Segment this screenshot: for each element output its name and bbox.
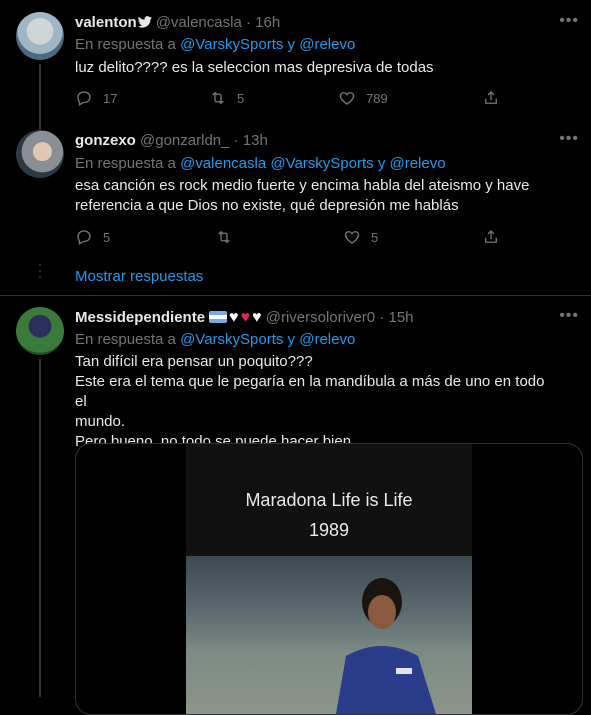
tweet-text: luz delito???? es la seleccion mas depre… bbox=[75, 59, 434, 76]
author-handle[interactable]: @gonzarldn_ bbox=[140, 132, 229, 149]
show-replies-link[interactable]: Mostrar respuestas bbox=[75, 268, 203, 285]
tweet-actions: 5 5 bbox=[75, 228, 505, 248]
tweet-header: valenton @valencasla · 16h bbox=[75, 14, 280, 31]
reply-prefix: En respuesta a bbox=[75, 331, 176, 348]
video-frame-image bbox=[186, 556, 472, 714]
thread-line bbox=[39, 359, 41, 697]
reply-context: En respuesta a @VarskySports y @relevo bbox=[75, 331, 355, 348]
video-title-line: 1989 bbox=[308, 520, 350, 540]
white-heart-icon: ♥ bbox=[229, 309, 239, 326]
more-options-icon[interactable]: ••• bbox=[559, 12, 579, 30]
author-handle[interactable]: @riversoloriver0 bbox=[266, 309, 375, 326]
avatar-messidependiente[interactable] bbox=[16, 307, 64, 355]
reply-icon bbox=[77, 91, 91, 106]
share-button[interactable] bbox=[482, 89, 500, 107]
share-icon bbox=[485, 230, 497, 243]
reply-context: En respuesta a @valencasla @VarskySports… bbox=[75, 155, 446, 172]
reply-prefix: En respuesta a bbox=[75, 155, 176, 172]
tweet-text-line: mundo. bbox=[75, 413, 126, 430]
tweet-header: gonzexo @gonzarldn_ · 13h bbox=[75, 132, 268, 149]
reply-icon bbox=[77, 230, 91, 245]
video-media[interactable]: Maradona Life is Life 1989 bbox=[75, 443, 583, 715]
retweet-count: 5 bbox=[237, 90, 245, 106]
reply-count: 5 bbox=[103, 229, 111, 245]
video-player[interactable]: Maradona Life is Life 1989 bbox=[186, 444, 472, 714]
author-name[interactable]: Messidependiente bbox=[75, 309, 205, 326]
player-figure bbox=[336, 578, 436, 714]
thread-line bbox=[39, 64, 41, 132]
retweet-button[interactable] bbox=[215, 228, 243, 246]
red-heart-icon: ♥ bbox=[240, 309, 251, 326]
retweet-button[interactable]: 5 bbox=[209, 89, 244, 107]
reply-mentions[interactable]: @VarskySports y @relevo bbox=[180, 331, 355, 348]
tweet-text-line: referencia a que Dios no existe, qué dep… bbox=[75, 197, 459, 214]
tweet-header: Messidependiente ♥ ♥ ♥ @riversoloriver0 · 1… bbox=[75, 309, 414, 327]
white-heart-icon: ♥ bbox=[252, 309, 262, 326]
retweet-icon bbox=[212, 91, 224, 105]
like-count: 5 bbox=[371, 229, 379, 245]
tweet-time[interactable]: · 13h bbox=[234, 132, 268, 149]
more-options-icon[interactable]: ••• bbox=[559, 307, 579, 325]
reply-count: 17 bbox=[103, 90, 118, 106]
reply-context: En respuesta a @VarskySports y @relevo bbox=[75, 36, 355, 53]
tweet-actions: 17 5 789 bbox=[75, 89, 505, 109]
heart-icon bbox=[344, 231, 360, 244]
like-button[interactable]: 5 bbox=[343, 228, 378, 246]
share-icon bbox=[485, 91, 497, 104]
heart-icon bbox=[339, 92, 355, 105]
tweet-text-line: esa canción es rock medio fuerte y encim… bbox=[75, 177, 530, 194]
thread-dots bbox=[38, 264, 42, 284]
share-button[interactable] bbox=[482, 228, 500, 246]
reply-button[interactable]: 5 bbox=[75, 228, 110, 246]
argentina-flag-icon bbox=[209, 311, 228, 323]
more-options-icon[interactable]: ••• bbox=[559, 130, 579, 148]
avatar-gonzexo[interactable] bbox=[16, 130, 64, 178]
tweet-time[interactable]: · 16h bbox=[246, 14, 280, 31]
author-name[interactable]: valenton bbox=[75, 14, 137, 31]
tweet-text-line: Tan difícil era pensar un poquito??? bbox=[75, 353, 313, 370]
divider bbox=[0, 295, 591, 296]
twitter-bird-icon bbox=[137, 16, 152, 28]
tweet-text: Tan difícil era pensar un poquito??? Est… bbox=[75, 352, 555, 452]
reply-prefix: En respuesta a bbox=[75, 36, 176, 53]
tweet-text: esa canción es rock medio fuerte y encim… bbox=[75, 176, 545, 216]
avatar-valenton[interactable] bbox=[16, 12, 64, 60]
like-button[interactable]: 789 bbox=[338, 89, 388, 107]
reply-button[interactable]: 17 bbox=[75, 89, 117, 107]
retweet-icon bbox=[218, 230, 230, 244]
tweet-text-line: Este era el tema que le pegaría en la ma… bbox=[75, 373, 545, 410]
author-handle[interactable]: @valencasla bbox=[156, 14, 242, 31]
reply-mentions[interactable]: @VarskySports y @relevo bbox=[180, 36, 355, 53]
video-title-line: Maradona Life is Life bbox=[245, 490, 413, 510]
reply-mentions[interactable]: @valencasla @VarskySports y @relevo bbox=[180, 155, 446, 172]
like-count: 789 bbox=[366, 90, 388, 106]
tweet-time[interactable]: · 15h bbox=[379, 309, 413, 326]
author-name[interactable]: gonzexo bbox=[75, 132, 136, 149]
